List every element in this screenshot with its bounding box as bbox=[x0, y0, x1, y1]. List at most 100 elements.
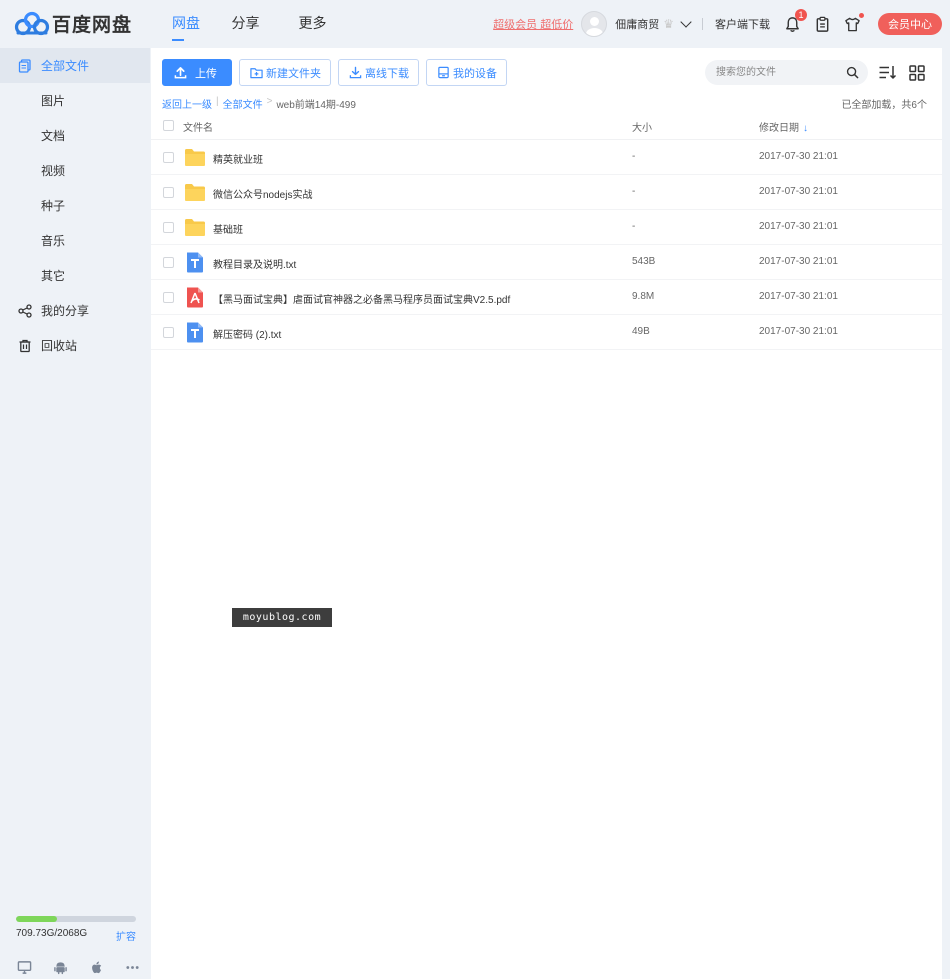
chevron-down-icon[interactable] bbox=[680, 16, 692, 28]
desktop-icon[interactable] bbox=[16, 959, 32, 975]
file-name[interactable]: 教程目录及说明.txt bbox=[213, 256, 296, 271]
more-icon[interactable] bbox=[124, 959, 140, 975]
shirt-icon[interactable] bbox=[842, 13, 864, 34]
member-center-button[interactable]: 会员中心 bbox=[878, 13, 942, 35]
upload-icon bbox=[174, 67, 187, 79]
breadcrumb-arrow: > bbox=[266, 96, 273, 107]
sidebar-item-documents[interactable]: 文档 bbox=[0, 118, 150, 153]
file-list: 精英就业班 - 2017-07-30 21:01 微信公众号nodejs实战 - 2017… bbox=[151, 140, 942, 350]
sidebar-item-images[interactable]: 图片 bbox=[0, 83, 150, 118]
file-name[interactable]: 基础班 bbox=[213, 221, 243, 236]
search-icon[interactable] bbox=[846, 66, 859, 79]
file-size: 543B bbox=[632, 256, 656, 267]
nav-tab-more[interactable]: 更多 bbox=[279, 0, 346, 48]
logo-text: 百度网盘 bbox=[52, 15, 133, 36]
share-icon bbox=[18, 303, 32, 318]
row-checkbox[interactable] bbox=[163, 292, 174, 303]
load-status: 已全部加载，共6个 bbox=[841, 100, 927, 111]
file-name[interactable]: 微信公众号nodejs实战 bbox=[213, 186, 312, 201]
new-indicator-dot bbox=[859, 13, 864, 18]
nav-tab-share[interactable]: 分享 bbox=[212, 0, 279, 48]
my-devices-button[interactable]: 我的设备 bbox=[426, 59, 507, 86]
pdf-file-icon bbox=[187, 287, 203, 308]
table-row[interactable]: 微信公众号nodejs实战 - 2017-07-30 21:01 bbox=[151, 175, 942, 210]
download-icon bbox=[349, 66, 362, 79]
row-checkbox[interactable] bbox=[163, 187, 174, 198]
header-divider bbox=[702, 18, 703, 30]
sidebar-item-my-shares[interactable]: 我的分享 bbox=[0, 293, 150, 328]
app-logo[interactable]: 百度网盘 bbox=[14, 10, 132, 37]
nav-tab-netdisk[interactable]: 网盘 bbox=[160, 0, 212, 48]
table-row[interactable]: 【黑马面试宝典】虐面试官神器之必备黑马程序员面试宝典V2.5.pdf 9.8M 20… bbox=[151, 280, 942, 315]
file-modified-date: 2017-07-30 21:01 bbox=[759, 186, 838, 197]
row-checkbox[interactable] bbox=[163, 222, 174, 233]
username[interactable]: 佃庸商贸 bbox=[615, 16, 659, 32]
table-row[interactable]: 精英就业班 - 2017-07-30 21:01 bbox=[151, 140, 942, 175]
file-size: - bbox=[632, 151, 636, 162]
column-header-size[interactable]: 大小 bbox=[632, 119, 652, 134]
baidu-cloud-logo-icon bbox=[14, 11, 50, 35]
txt-file-icon bbox=[187, 322, 203, 343]
main-nav: 网盘 分享 更多 bbox=[160, 0, 346, 48]
bell-icon[interactable]: 1 bbox=[782, 9, 807, 34]
sidebar-item-recycle-bin[interactable]: 回收站 bbox=[0, 328, 150, 363]
client-download-icons bbox=[16, 959, 140, 975]
new-folder-button-label: 新建文件夹 bbox=[266, 67, 321, 80]
row-checkbox[interactable] bbox=[163, 257, 174, 268]
vip-promo-link[interactable]: 超级会员 超低价 bbox=[493, 16, 573, 32]
offline-download-button[interactable]: 离线下载 bbox=[338, 59, 419, 86]
sort-list-icon[interactable] bbox=[878, 63, 898, 83]
clipboard-icon[interactable] bbox=[812, 14, 832, 34]
new-folder-icon bbox=[250, 68, 263, 79]
select-all-checkbox[interactable] bbox=[163, 120, 174, 131]
search-box bbox=[705, 60, 868, 85]
file-size: 49B bbox=[632, 326, 650, 337]
sidebar-item-label: 回收站 bbox=[41, 339, 78, 353]
client-download-link[interactable]: 客户端下载 bbox=[715, 16, 770, 32]
device-icon bbox=[438, 66, 449, 79]
sidebar: 全部文件 图片 文档 视频 种子 音乐 其它 我的分享 回收站 709.73G/… bbox=[0, 48, 150, 979]
column-header-modified-label: 修改日期 bbox=[759, 123, 799, 134]
search-input[interactable] bbox=[705, 60, 835, 85]
file-name[interactable]: 解压密码 (2).txt bbox=[213, 326, 281, 341]
sidebar-item-label: 全部文件 bbox=[41, 59, 90, 73]
file-size: - bbox=[632, 186, 636, 197]
table-row[interactable]: 解压密码 (2).txt 49B 2017-07-30 21:01 bbox=[151, 315, 942, 350]
sidebar-item-label: 种子 bbox=[41, 199, 66, 213]
column-header-name[interactable]: 文件名 bbox=[183, 119, 213, 134]
file-size: - bbox=[632, 221, 636, 232]
grid-view-icon[interactable] bbox=[907, 63, 927, 83]
vip-crown-icon: ♛ bbox=[663, 17, 674, 31]
folder-icon bbox=[185, 149, 205, 166]
breadcrumb-back-link[interactable]: 返回上一级 bbox=[162, 96, 212, 111]
apple-icon[interactable] bbox=[88, 959, 104, 975]
table-row[interactable]: 基础班 - 2017-07-30 21:01 bbox=[151, 210, 942, 245]
top-header: 百度网盘 网盘 分享 更多 超级会员 超低价 佃庸商贸 ♛ 客户端下载 1 会员… bbox=[0, 0, 950, 48]
file-list-panel: 上传 新建文件夹 离线下载 我的设备 返回上一级 | 全部文件 > web前端1… bbox=[151, 48, 942, 979]
sidebar-item-label: 其它 bbox=[41, 269, 66, 283]
upload-button-label: 上传 bbox=[195, 67, 217, 80]
row-checkbox[interactable] bbox=[163, 327, 174, 338]
storage-quota: 709.73G/2068G 扩容 bbox=[16, 916, 139, 975]
sidebar-item-other[interactable]: 其它 bbox=[0, 258, 150, 293]
row-checkbox[interactable] bbox=[163, 152, 174, 163]
expand-storage-link[interactable]: 扩容 bbox=[116, 928, 136, 943]
sidebar-item-videos[interactable]: 视频 bbox=[0, 153, 150, 188]
table-row[interactable]: 教程目录及说明.txt 543B 2017-07-30 21:01 bbox=[151, 245, 942, 280]
avatar[interactable] bbox=[581, 11, 608, 37]
file-modified-date: 2017-07-30 21:01 bbox=[759, 291, 838, 302]
sidebar-item-all-files[interactable]: 全部文件 bbox=[0, 48, 150, 83]
txt-file-icon bbox=[187, 252, 203, 273]
new-folder-button[interactable]: 新建文件夹 bbox=[239, 59, 331, 86]
file-name[interactable]: 精英就业班 bbox=[213, 151, 263, 166]
sidebar-item-label: 音乐 bbox=[41, 234, 66, 248]
android-icon[interactable] bbox=[52, 959, 68, 975]
breadcrumb-root-link[interactable]: 全部文件 bbox=[223, 96, 263, 111]
header-right: 超级会员 超低价 佃庸商贸 ♛ 客户端下载 1 会员中心 bbox=[493, 0, 942, 48]
toolbar: 上传 新建文件夹 离线下载 我的设备 bbox=[162, 59, 514, 86]
file-name[interactable]: 【黑马面试宝典】虐面试官神器之必备黑马程序员面试宝典V2.5.pdf bbox=[213, 291, 510, 306]
sidebar-item-music[interactable]: 音乐 bbox=[0, 223, 150, 258]
column-header-modified[interactable]: 修改日期 ↓ bbox=[759, 119, 808, 134]
upload-button[interactable]: 上传 bbox=[162, 59, 232, 86]
sidebar-item-torrents[interactable]: 种子 bbox=[0, 188, 150, 223]
